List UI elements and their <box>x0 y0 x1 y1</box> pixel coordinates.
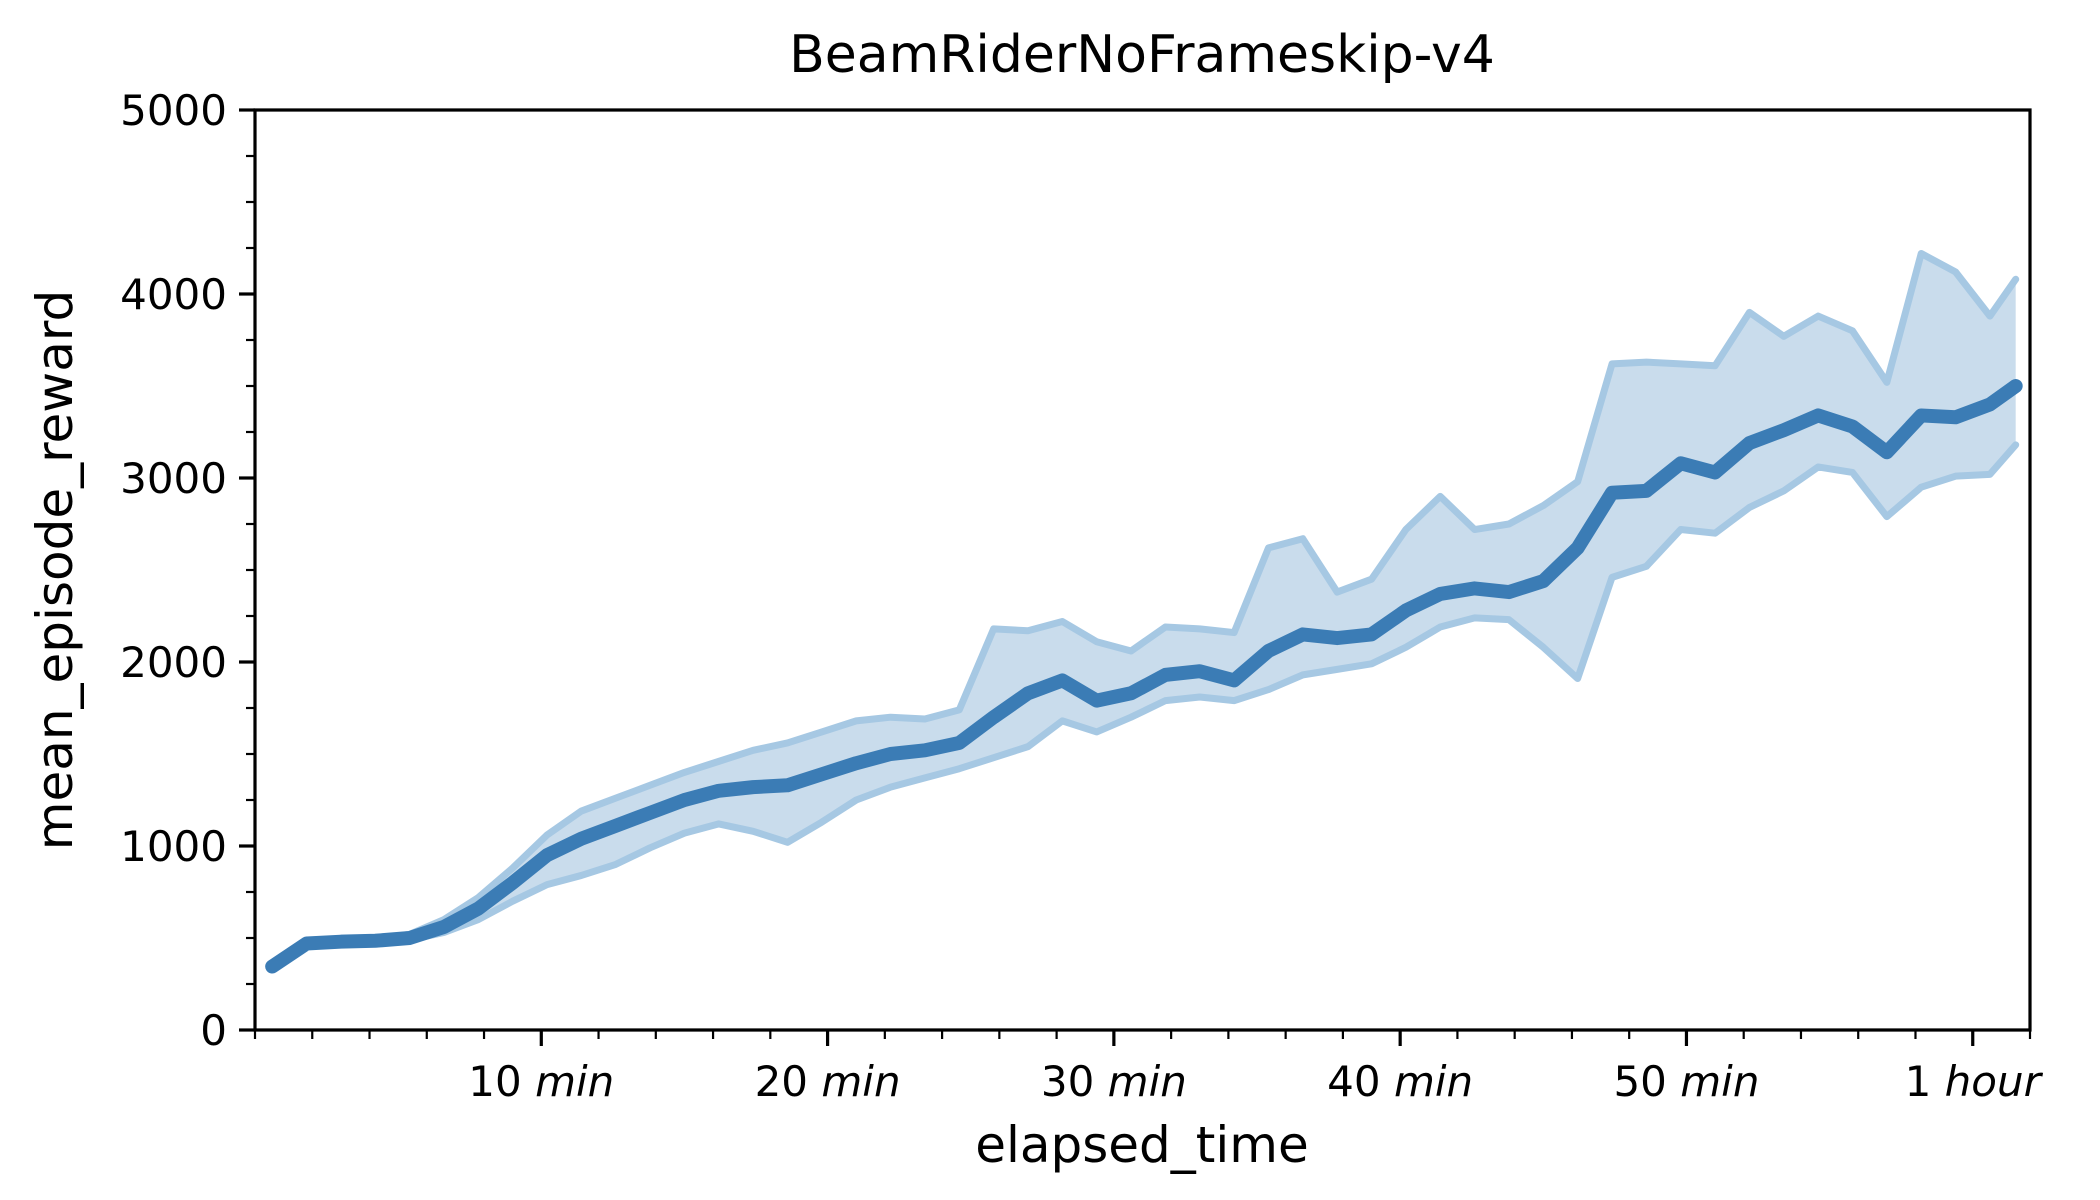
x-axis-tick-labels: 10 min 20 min 30 min 40 min 50 min 1 hour <box>468 1057 2043 1106</box>
y-tick-label: 4000 <box>120 270 227 319</box>
chart-canvas: 0 1000 2000 3000 4000 5000 10 min 20 min 30 min… <box>26 25 2044 1174</box>
y-axis-tick-labels: 0 1000 2000 3000 4000 5000 <box>120 86 227 1055</box>
x-tick-label: 30 min <box>1041 1057 1187 1106</box>
y-tick-label: 2000 <box>120 638 227 687</box>
y-tick-label: 3000 <box>120 454 227 503</box>
y-tick-label: 0 <box>200 1006 227 1055</box>
y-axis-ticks <box>239 108 255 1032</box>
x-tick-label: 40 min <box>1327 1057 1473 1106</box>
chart-figure: 0 1000 2000 3000 4000 5000 10 min 20 min 30 min… <box>0 0 2100 1200</box>
y-tick-label: 1000 <box>120 822 227 871</box>
y-tick-label: 5000 <box>120 86 227 135</box>
chart-title: BeamRiderNoFrameskip-v4 <box>789 25 1495 85</box>
x-tick-label: 10 min <box>468 1057 614 1106</box>
x-axis-ticks <box>253 1030 2032 1046</box>
x-tick-label: 20 min <box>755 1057 901 1106</box>
x-axis-title: elapsed_time <box>975 1116 1309 1174</box>
x-tick-label: 50 min <box>1613 1057 1759 1106</box>
x-tick-label: 1 hour <box>1905 1057 2044 1106</box>
y-axis-title: mean_episode_reward <box>26 290 84 851</box>
